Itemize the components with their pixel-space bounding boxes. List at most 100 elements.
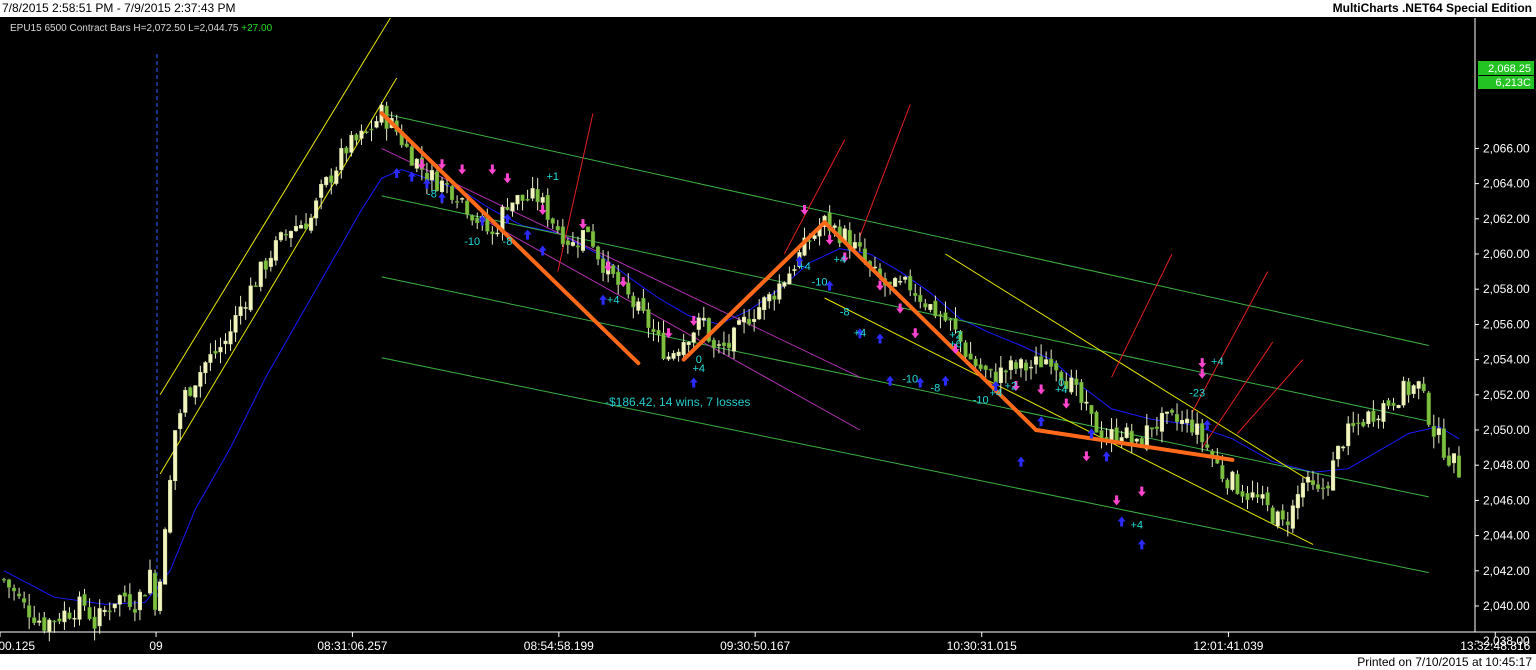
candle-body — [248, 285, 253, 311]
candle-body — [1225, 479, 1230, 489]
candle-body — [1356, 422, 1361, 425]
candle-body — [616, 271, 621, 285]
candle-body — [918, 295, 923, 302]
candle-body — [460, 198, 465, 200]
candle-body — [555, 226, 560, 231]
candle-body — [510, 202, 515, 212]
candle-body — [32, 617, 37, 624]
candle-body — [223, 340, 228, 345]
candle-body — [1129, 430, 1134, 444]
candle-body — [1346, 423, 1351, 447]
candle-body — [978, 364, 983, 370]
candle-body — [12, 587, 17, 592]
candle-body — [1456, 455, 1462, 478]
candle-body — [953, 318, 958, 330]
candle-body — [163, 529, 168, 585]
candle-body — [203, 362, 208, 374]
candle-body — [696, 317, 701, 330]
candle-body — [762, 297, 767, 311]
candle-body — [666, 356, 671, 360]
y-tick-label: 2,048.00 — [1483, 458, 1530, 472]
trade-label: -8 — [427, 189, 437, 201]
candle-body — [938, 314, 943, 317]
trade-label: +4 — [1055, 384, 1068, 396]
candle-body — [1421, 383, 1426, 392]
candle-body — [243, 307, 248, 309]
candle-body — [550, 218, 555, 224]
candle-body — [213, 350, 218, 354]
candle-body — [671, 353, 676, 359]
candle-body — [429, 170, 434, 181]
candle-body — [1023, 362, 1029, 371]
x-tick-label: 10:30:31.015 — [947, 639, 1017, 653]
candle-body — [122, 592, 127, 597]
candle-body — [1054, 363, 1059, 371]
candle-body — [309, 217, 314, 231]
candle-body — [158, 581, 163, 611]
candle-body — [238, 306, 243, 316]
candle-body — [565, 240, 570, 246]
y-tick-label: 2,056.00 — [1483, 317, 1530, 331]
trade-label: -10 — [812, 277, 828, 289]
candle-body — [147, 569, 153, 594]
candle-body — [943, 312, 948, 321]
print-footer: Printed on 7/10/2015 at 10:45:17 — [0, 654, 1536, 670]
candle-body — [626, 282, 631, 295]
trade-label: +4 — [692, 363, 705, 375]
candle-body — [852, 242, 857, 249]
candle-body — [540, 197, 545, 203]
candle-body — [782, 282, 787, 287]
candle-body — [1336, 445, 1341, 460]
candle-body — [792, 269, 797, 271]
candle-body — [1386, 400, 1391, 406]
trade-label: +4 — [833, 254, 846, 266]
candle-body — [1396, 404, 1401, 409]
candle-body — [82, 594, 87, 606]
trade-label: +4 — [1211, 356, 1224, 368]
candle-body — [933, 300, 938, 317]
candle-body — [258, 261, 263, 287]
candle-body — [545, 195, 550, 220]
candle-body — [1174, 413, 1180, 423]
candle-body — [1305, 476, 1310, 483]
candle-body — [913, 293, 918, 296]
candle-body — [304, 223, 309, 230]
x-tick-label: 09 — [149, 639, 163, 653]
candle-body — [485, 217, 490, 232]
y-tick-label: 2,050.00 — [1483, 423, 1530, 437]
candle-body — [188, 387, 193, 397]
candle-body — [1195, 423, 1200, 435]
candle-body — [1119, 437, 1124, 442]
candle-body — [1275, 511, 1280, 527]
candle-body — [495, 232, 500, 235]
candle-body — [560, 226, 565, 245]
candle-body — [601, 258, 606, 273]
candle-body — [1190, 419, 1195, 433]
candle-body — [726, 342, 732, 348]
trade-label: +4 — [798, 261, 811, 273]
candle-body — [575, 245, 580, 248]
candle-body — [1028, 366, 1034, 369]
last-price-label: 2,068.25 — [1488, 63, 1531, 75]
candle-body — [253, 285, 258, 287]
candle-body — [218, 347, 223, 353]
candle-body — [1366, 411, 1371, 425]
trade-label: +4 — [607, 294, 620, 306]
candle-body — [1169, 409, 1175, 413]
y-tick-label: 2,044.00 — [1483, 529, 1530, 543]
date-range: 7/8/2015 2:58:51 PM - 7/9/2015 2:37:43 P… — [2, 1, 236, 15]
candle-body — [636, 301, 641, 311]
candle-body — [757, 307, 762, 320]
candle-body — [1205, 444, 1210, 448]
candle-body — [183, 389, 188, 413]
y-tick-label: 2,052.00 — [1483, 388, 1530, 402]
candle-body — [772, 295, 777, 300]
y-tick-label: 2,060.00 — [1483, 247, 1530, 261]
candle-body — [983, 365, 988, 371]
price-chart[interactable]: EPU15 6500 Contract Bars H=2,072.50 L=2,… — [0, 18, 1536, 654]
candle-body — [1436, 428, 1441, 436]
candle-body — [349, 134, 354, 153]
candle-body — [1235, 473, 1240, 495]
candle-body — [127, 594, 132, 608]
x-tick-label: 08:31:06.257 — [317, 639, 387, 653]
